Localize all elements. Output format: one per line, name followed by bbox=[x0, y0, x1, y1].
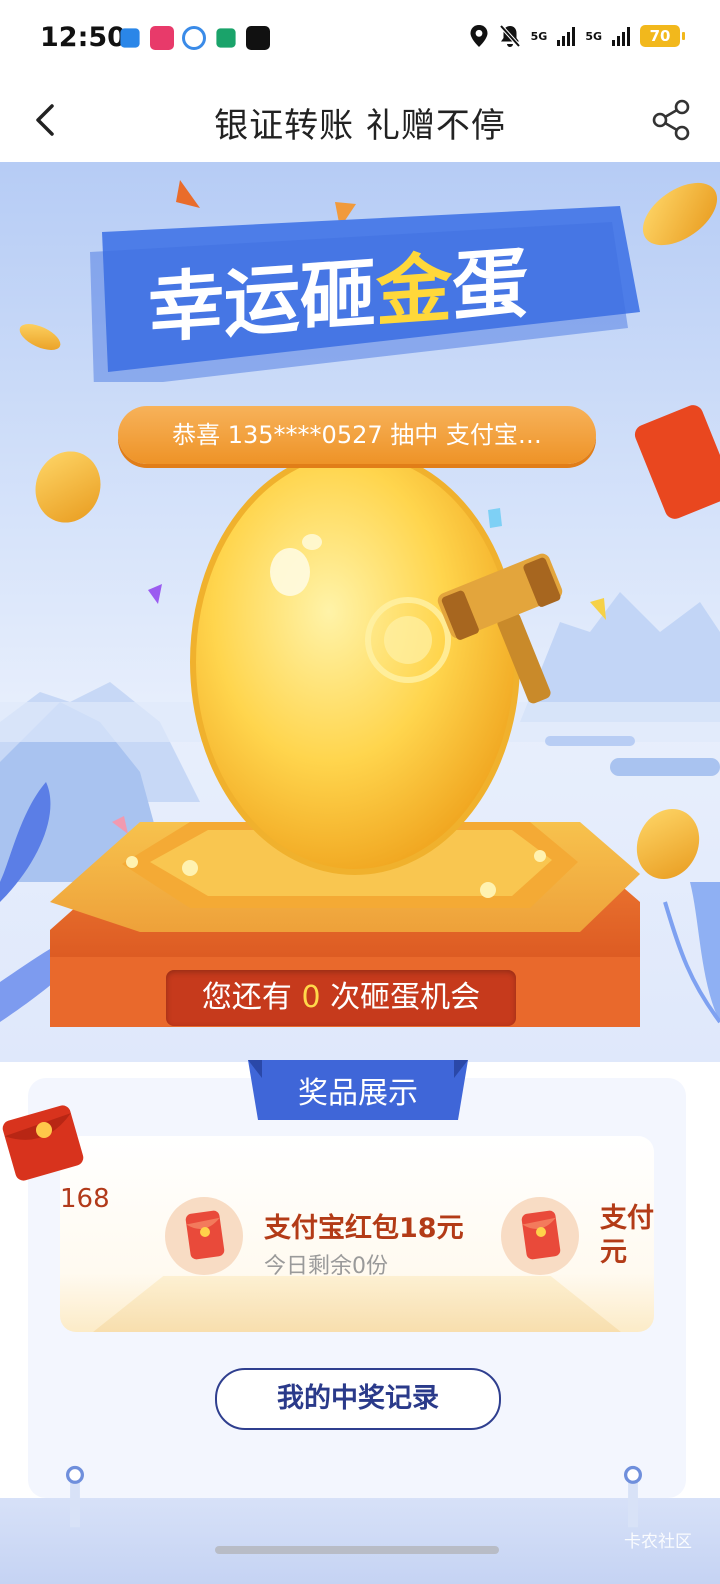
system-status: 5G 5G 70 bbox=[469, 24, 685, 48]
red-envelope-decoration bbox=[634, 405, 720, 519]
prize-item-remaining: 今日剩余0份 bbox=[264, 1254, 388, 1279]
post-decoration bbox=[66, 1465, 84, 1528]
prize-partial-right-line1: 支付 bbox=[600, 1203, 654, 1234]
status-time: 12:50 bbox=[40, 22, 126, 53]
winner-ticker: 恭喜 135****0527 抽中 支付宝… bbox=[118, 406, 596, 464]
prize-item-icon bbox=[164, 1196, 244, 1276]
remaining-chances-label: 您还有 0 次砸蛋机会 bbox=[166, 970, 516, 1026]
page-title: 银证转账 礼赠不停 bbox=[214, 106, 506, 146]
signal-icon bbox=[557, 26, 576, 46]
golden-egg[interactable] bbox=[190, 449, 520, 875]
prize-section-title-text: 奖品展示 bbox=[298, 1076, 418, 1111]
my-prize-records-button[interactable]: 我的中奖记录 bbox=[215, 1368, 501, 1430]
post-decoration bbox=[624, 1465, 642, 1528]
chances-suffix: 次砸蛋机会 bbox=[320, 980, 481, 1015]
chances-count: 0 bbox=[301, 980, 321, 1015]
nav-bar: 银证转账 礼赠不停 bbox=[0, 80, 720, 162]
red-envelope-decoration bbox=[2, 1105, 84, 1181]
prize-section-title: 奖品展示 bbox=[248, 1060, 468, 1120]
lucky-egg-banner: 幸运砸金蛋 bbox=[90, 206, 640, 382]
prize-item-icon bbox=[500, 1196, 580, 1276]
egg-game-hero: 幸运砸金蛋 恭喜 135****0527 抽中 支付宝… 您还有 0 次砸蛋机会 bbox=[0, 162, 720, 1062]
location-icon bbox=[470, 25, 488, 47]
prize-item-name: 支付宝红包18元 bbox=[264, 1213, 464, 1244]
tiktok-icon bbox=[246, 26, 270, 50]
app-notification-icon bbox=[120, 28, 140, 48]
prize-carousel[interactable]: 168 支付宝红包18元 今日剩余0份 支付 元 bbox=[60, 1136, 654, 1332]
prize-partial-right-line2: 元 bbox=[600, 1237, 627, 1268]
mute-bell-icon bbox=[499, 24, 521, 48]
battery-icon: 70 bbox=[640, 25, 685, 47]
app-notification-icon bbox=[150, 26, 174, 50]
red-envelope-icon bbox=[501, 1197, 579, 1275]
share-button[interactable] bbox=[646, 94, 698, 146]
notification-icons bbox=[118, 26, 270, 50]
network-type-label: 5G bbox=[585, 29, 602, 43]
home-indicator[interactable] bbox=[215, 1546, 499, 1554]
app-notification-icon bbox=[182, 26, 206, 50]
stage-light-decoration bbox=[88, 1276, 626, 1332]
status-bar: 12:50 5G 5G 70 bbox=[0, 0, 720, 80]
chances-prefix: 您还有 bbox=[201, 980, 302, 1015]
share-icon bbox=[652, 99, 690, 141]
red-envelope-icon bbox=[165, 1197, 243, 1275]
app-notification-icon bbox=[216, 28, 236, 48]
signal-icon bbox=[612, 26, 630, 46]
watermark: 卡农社区 bbox=[624, 1532, 692, 1552]
network-type-label: 5G bbox=[530, 29, 548, 43]
bottom-decoration bbox=[0, 1498, 720, 1584]
prize-partial-right: 支付 元 bbox=[600, 1202, 654, 1270]
